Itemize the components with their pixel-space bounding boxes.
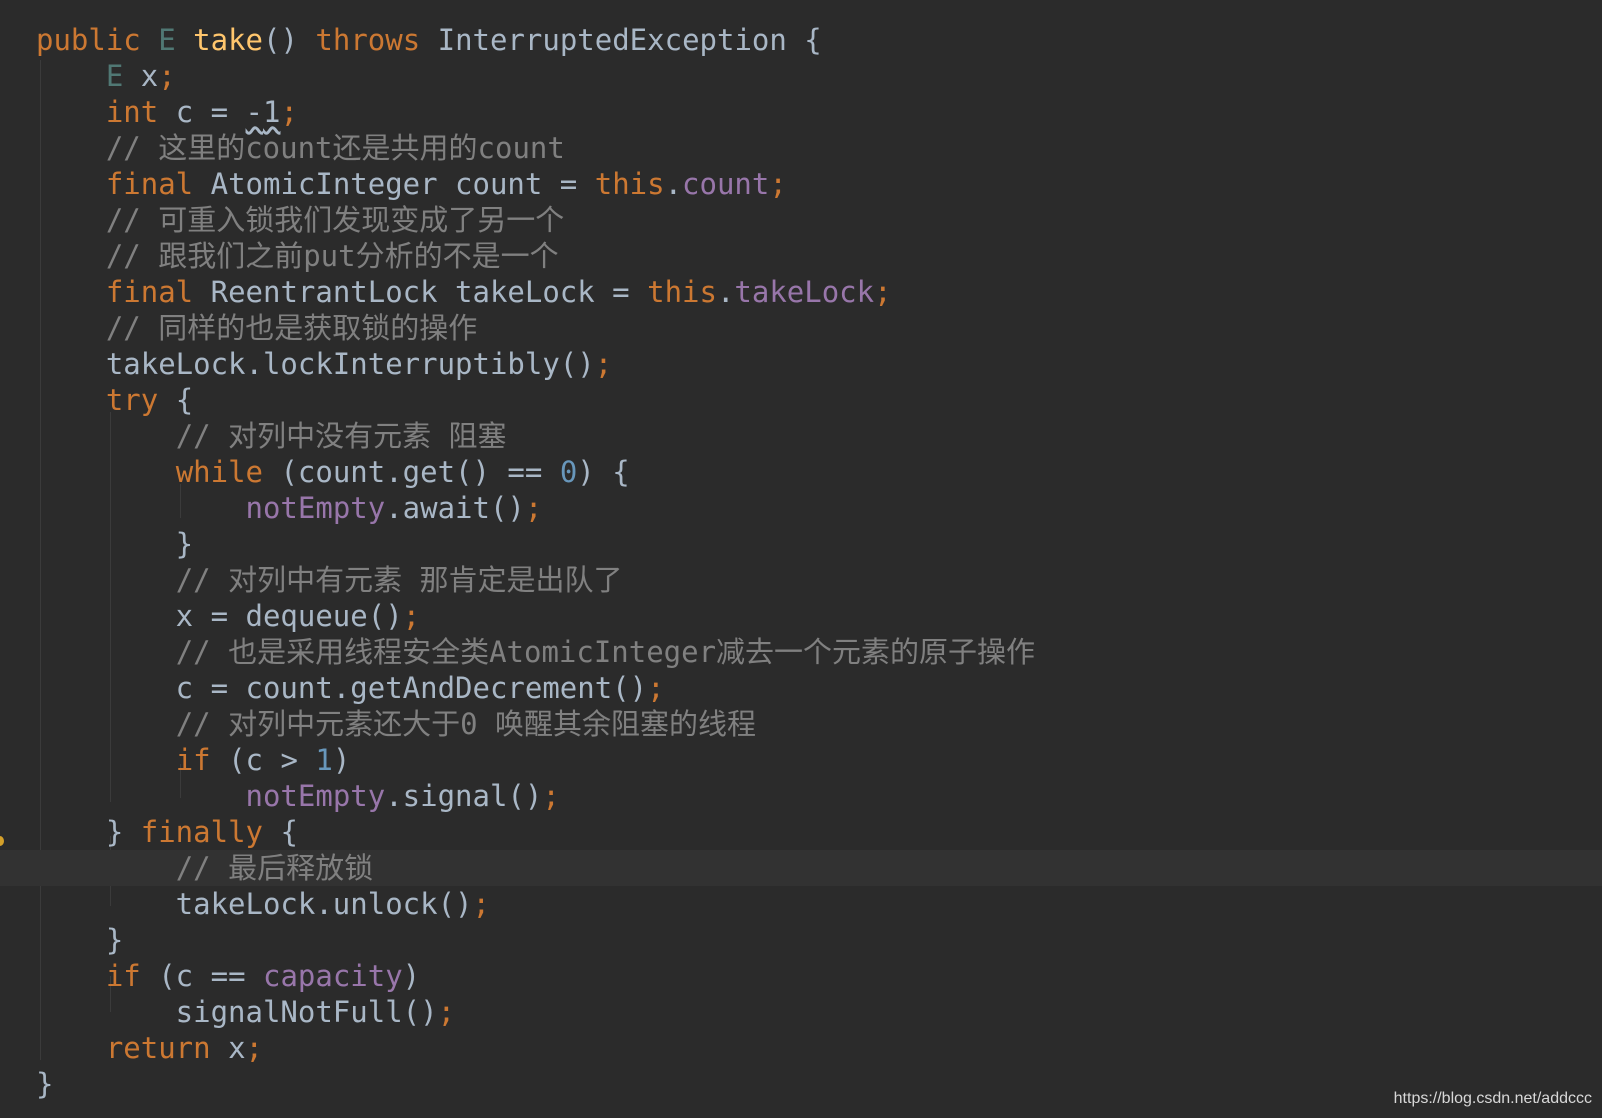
code-line: return x; — [105, 1031, 263, 1065]
code-line: // 对列中元素还大于0 唤醒其余阻塞的线程 — [175, 707, 756, 741]
code-line: // 对列中没有元素 阻塞 — [175, 419, 507, 453]
code-line: } — [36, 923, 124, 957]
code-line: // 这里的count还是共用的count — [105, 131, 565, 165]
code-line: if (c == capacity) — [105, 959, 421, 993]
code-line: try { — [105, 383, 194, 417]
code-line: // 跟我们之前put分析的不是一个 — [105, 239, 559, 273]
code-line: while (count.get() == 0) { — [175, 455, 630, 489]
code-line: int c = -1; — [105, 95, 298, 129]
code-line: takeLock.lockInterruptibly(); — [36, 347, 613, 381]
code-line: notEmpty.await(); — [245, 491, 543, 525]
code-line: } — [36, 527, 194, 561]
code-line-current: // 最后释放锁 — [0, 850, 1602, 886]
watermark-url: https://blog.csdn.net/addccc — [1393, 1090, 1592, 1107]
code-line: if (c > 1) — [175, 743, 351, 777]
code-line: // 对列中有元素 那肯定是出队了 — [175, 563, 623, 597]
code-line: x = dequeue(); — [36, 599, 421, 633]
code-line: // 同样的也是获取锁的操作 — [105, 311, 478, 345]
breakpoint-marker-icon[interactable] — [0, 836, 4, 846]
code-line: takeLock.unlock(); — [36, 887, 490, 921]
code-line: } finally { — [36, 815, 298, 849]
code-line: } — [36, 1067, 54, 1101]
code-line: final AtomicInteger count = this.count; — [105, 167, 787, 201]
code-line: signalNotFull(); — [36, 995, 456, 1029]
code-editor[interactable]: public E take() throws InterruptedExcept… — [0, 0, 1602, 1118]
code-line: c = count.getAndDecrement(); — [36, 671, 665, 705]
code-line: final ReentrantLock takeLock = this.take… — [105, 275, 892, 309]
code-line: // 可重入锁我们发现变成了另一个 — [105, 203, 565, 237]
code-block: public E take() throws InterruptedExcept… — [0, 22, 1602, 1102]
code-line: // 也是采用线程安全类AtomicInteger减去一个元素的原子操作 — [175, 635, 1036, 669]
code-line: notEmpty.signal(); — [245, 779, 560, 813]
code-line: E x; — [105, 59, 176, 93]
code-line: public E take() throws InterruptedExcept… — [36, 23, 822, 57]
